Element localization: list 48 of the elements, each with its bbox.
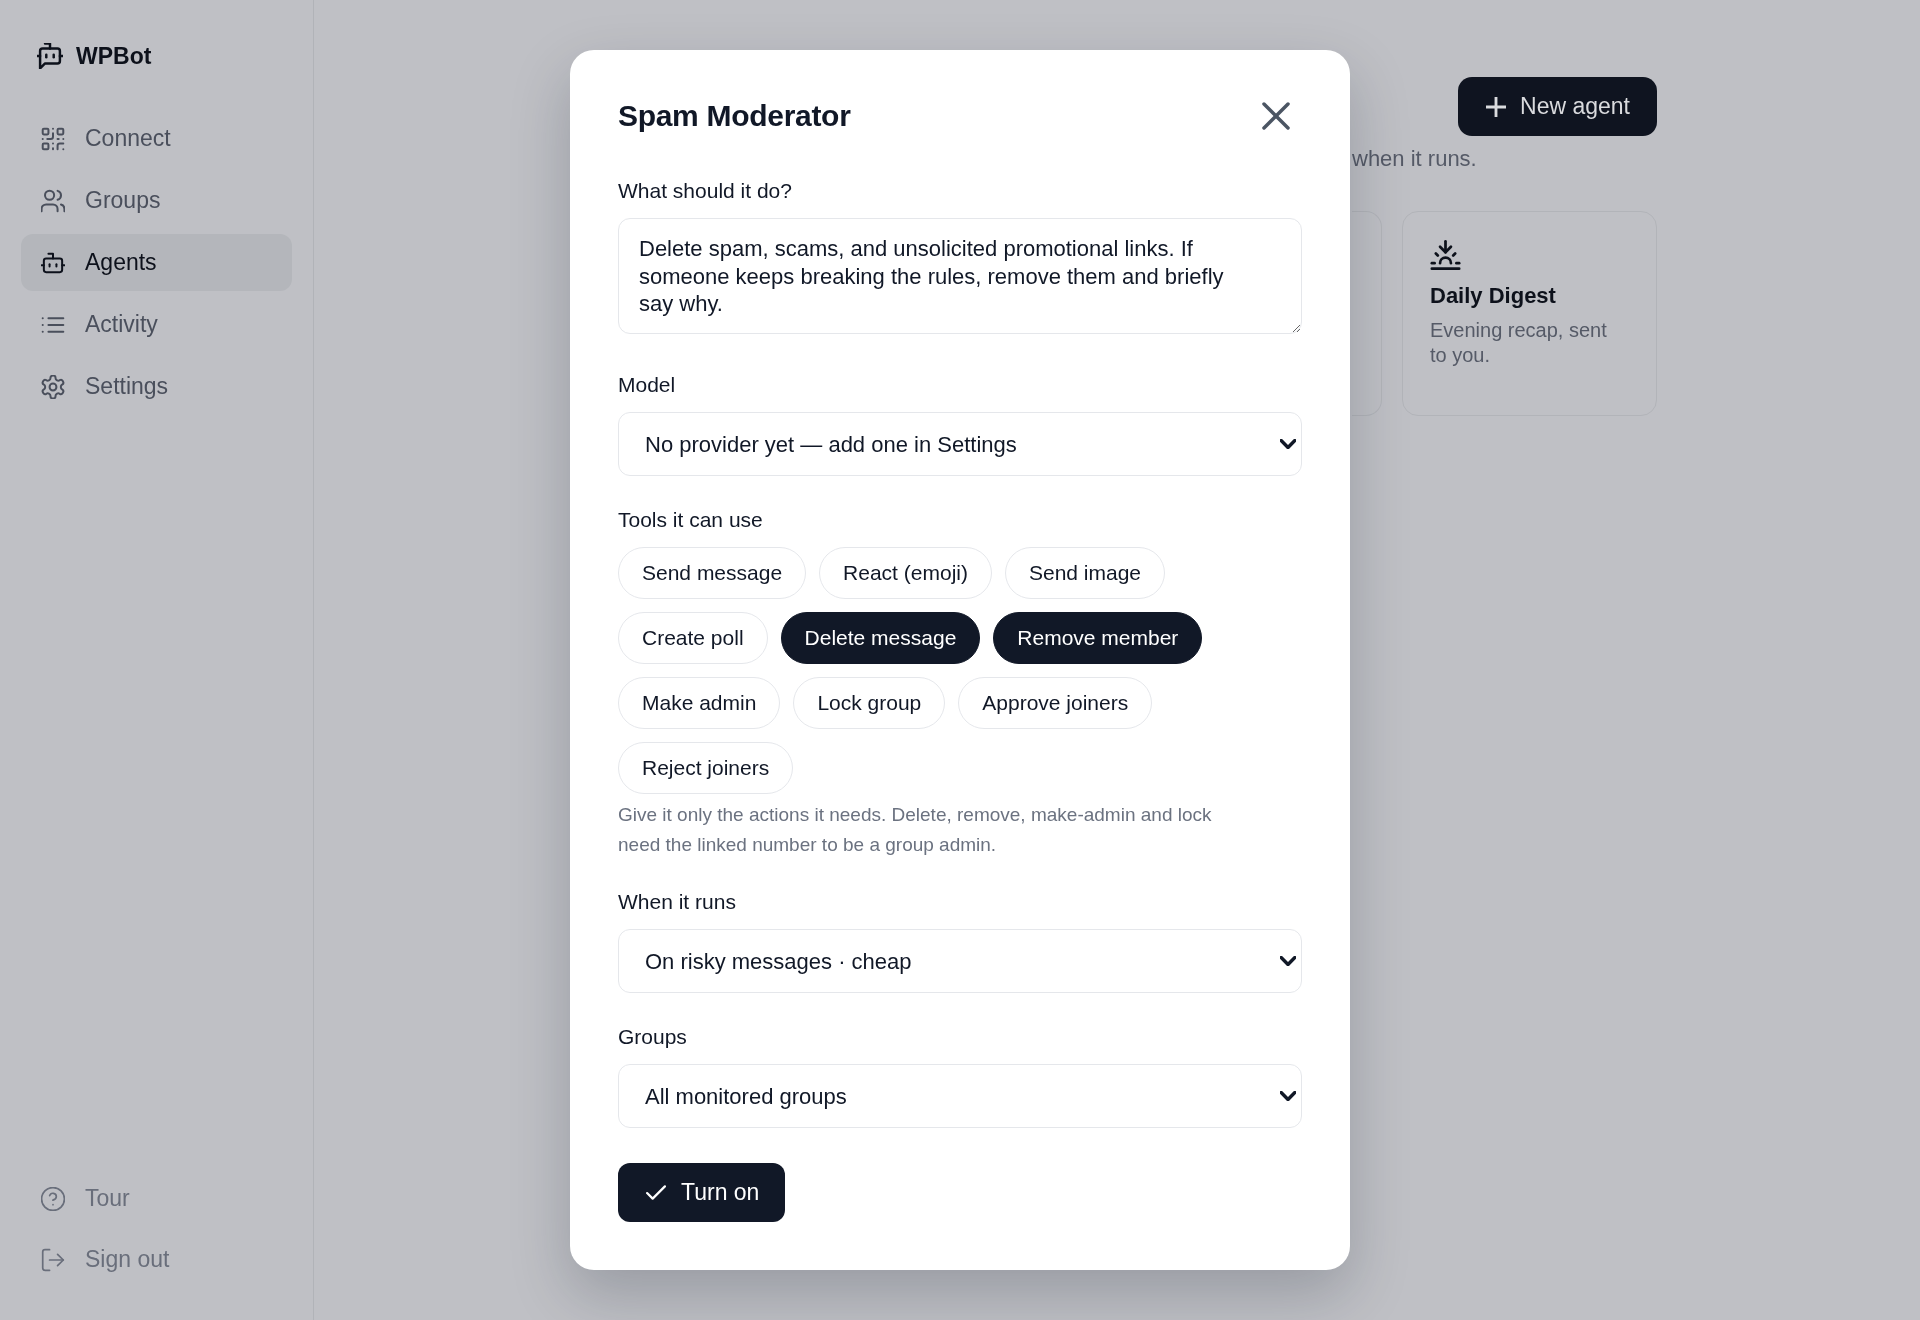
settings-icon (41, 374, 65, 399)
tool-toggle[interactable]: Lock group (793, 677, 946, 729)
close-button[interactable] (1262, 102, 1290, 130)
tool-toggle[interactable]: Make admin (618, 677, 781, 729)
nav-item[interactable]: Agents (21, 234, 292, 291)
tool-toggle[interactable]: React (emoji) (819, 547, 992, 599)
tool-toggle[interactable]: Delete message (780, 612, 981, 664)
card-title: Daily Digest (1430, 282, 1557, 310)
plus-icon (1486, 96, 1507, 117)
tool-toggle[interactable]: Send message (618, 547, 807, 599)
turn-on-button[interactable]: Turn on (618, 1163, 786, 1222)
field-label: When it runs (618, 890, 737, 914)
field-label: What should it do? (618, 179, 793, 203)
chevron-down-icon (1280, 1091, 1296, 1101)
tool-toggle[interactable]: Approve joiners (958, 677, 1153, 729)
close-icon (1262, 102, 1290, 130)
schedule-select[interactable]: On risky messages · cheap (618, 929, 1302, 993)
nav-item[interactable]: Settings (21, 358, 292, 415)
people-icon (41, 188, 65, 213)
chevron-down-icon (1280, 439, 1296, 449)
field-label: Tools it can use (618, 508, 764, 532)
tool-toggle[interactable]: Create poll (618, 612, 768, 664)
agent-card[interactable]: Daily Digest Evening recap, sent to you. (1402, 211, 1657, 416)
new-agent-button[interactable]: New agent (1458, 77, 1657, 136)
field-label: Groups (618, 1025, 688, 1049)
brand-name: WPBot (76, 41, 152, 71)
card-description: Evening recap, sent to you. (1430, 318, 1608, 368)
help-icon (41, 1186, 65, 1211)
tool-toggle[interactable]: Send image (1004, 547, 1166, 599)
qr-code-icon (41, 126, 65, 151)
groups-select[interactable]: All monitored groups (618, 1064, 1302, 1128)
check-icon (646, 1185, 666, 1200)
dialog-title: Spam Moderator (618, 98, 851, 134)
model-select[interactable]: No provider yet — add one in Settings (618, 412, 1302, 476)
nav-item[interactable]: Connect (21, 110, 292, 167)
robot-icon (37, 43, 63, 69)
nav-item[interactable]: Groups (21, 172, 292, 229)
nav-item[interactable]: Activity (21, 296, 292, 353)
chevron-down-icon (1280, 956, 1296, 966)
robot-icon (41, 250, 65, 275)
help-text: Give it only the actions it needs. Delete, remove, make-admin and lock need the linked number to be a group admin. (618, 803, 1213, 857)
sign-out-icon (41, 1247, 65, 1272)
field-label: Model (618, 373, 677, 397)
instructions-field[interactable]: Delete spam, scams, and unsolicited promotional links. If someone keeps breaking the rules, remove them and briefly say why. (618, 218, 1302, 334)
tool-toggle[interactable]: Remove member (993, 612, 1203, 664)
sunset-icon (1430, 240, 1461, 270)
tool-toggle[interactable]: Reject joiners (618, 742, 794, 794)
page-subtitle: when it runs. (1352, 145, 1478, 173)
